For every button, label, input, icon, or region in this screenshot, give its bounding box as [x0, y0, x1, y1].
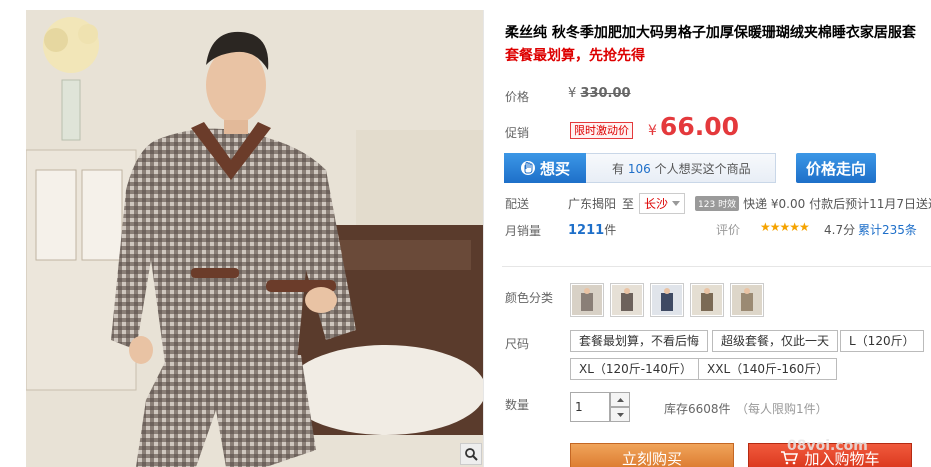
monthly-sales-label: 月销量 [505, 224, 542, 238]
buy-now-button[interactable]: 立刻购买 [570, 443, 734, 467]
hand-icon [520, 161, 535, 175]
promo-label: 促销 [505, 126, 530, 140]
quantity-label: 数量 [505, 398, 530, 412]
color-swatch[interactable] [650, 283, 684, 317]
size-label: 尺码 [505, 337, 530, 351]
swatch-thumbnail [732, 285, 762, 315]
price-trend-button[interactable]: 价格走向 [796, 153, 876, 183]
want-button-label: 想买 [539, 159, 570, 178]
size-option[interactable]: L（120斤） [840, 330, 924, 352]
product-info-panel: 柔丝纯 秋冬季加肥加大码男格子加厚保暖珊瑚绒夹棉睡衣家居服套 套餐最划算，先抢先… [502, 0, 931, 467]
want-suffix: 个人想买这个商品 [654, 161, 751, 176]
color-swatch[interactable] [690, 283, 724, 317]
want-button[interactable]: 想买 [504, 153, 586, 183]
promo-currency: ¥ [648, 123, 657, 139]
color-label: 颜色分类 [505, 291, 554, 305]
color-swatch[interactable] [610, 283, 644, 317]
review-label: 评价 [716, 223, 741, 237]
timeliness-badge: 123 时效 [695, 196, 740, 211]
product-photo [26, 10, 483, 467]
express-info: 快递 ¥0.00 付款后预计11月7日送达 [743, 197, 931, 211]
monthly-sales: 1211件 [568, 221, 616, 238]
promo-tag: 限时激动价 [570, 122, 633, 139]
monthly-sales-unit: 件 [604, 223, 617, 237]
rating-stars: ★★★★★ [760, 220, 810, 234]
quantity-input[interactable]: 1 [570, 392, 610, 422]
divider [502, 266, 931, 267]
color-swatch[interactable] [730, 283, 764, 317]
review-total-link[interactable]: 累计235条 [858, 221, 917, 238]
shipping-label: 配送 [505, 197, 530, 211]
product-title: 柔丝纯 秋冬季加肥加大码男格子加厚保暖珊瑚绒夹棉睡衣家居服套 [505, 25, 916, 41]
swatch-thumbnail [612, 285, 642, 315]
rating-score: 4.7分 [824, 223, 856, 237]
want-prefix: 有 [612, 161, 625, 176]
watermark: 08voi.com [787, 438, 868, 454]
color-swatches [570, 283, 764, 317]
shipping-from: 广东揭阳 [568, 197, 617, 211]
monthly-sales-count: 1211 [568, 223, 605, 238]
want-count: 106 [627, 161, 651, 176]
promo-price-value: 66.00 [659, 112, 739, 141]
stock-text: 库存6608件 [664, 402, 731, 416]
city-value: 长沙 [644, 197, 669, 211]
size-option[interactable]: 超级套餐，仅此一天 [712, 330, 839, 352]
swatch-thumbnail [572, 285, 602, 315]
shipping-row: 广东揭阳 至 长沙 123 时效 快递 ¥0.00 付款后预计11月7日送达 [568, 193, 931, 214]
quantity-increase-button[interactable] [610, 392, 630, 407]
shipping-to-word: 至 [622, 197, 635, 211]
purchase-limit: （每人限购1件） [736, 402, 828, 416]
want-bar: 想买 有 106 个人想买这个商品 [504, 153, 776, 183]
product-image[interactable] [26, 10, 484, 467]
triangle-up-icon [616, 397, 624, 402]
original-price: ¥ 330.00 [568, 86, 631, 101]
chevron-down-icon [672, 201, 681, 206]
size-option[interactable]: XL（120斤-140斤） [570, 358, 702, 380]
zoom-button[interactable] [460, 443, 482, 465]
color-swatch[interactable] [570, 283, 604, 317]
original-price-value: 330.00 [580, 86, 631, 101]
product-subtitle: 套餐最划算，先抢先得 [505, 48, 645, 64]
quantity-decrease-button[interactable] [610, 407, 630, 422]
size-option[interactable]: XXL（140斤-160斤） [698, 358, 838, 380]
size-option[interactable]: 套餐最划算，不看后悔 [570, 330, 709, 352]
magnifier-icon [465, 448, 478, 461]
want-count-text: 有 106 个人想买这个商品 [612, 160, 751, 177]
currency-symbol: ¥ [568, 86, 577, 101]
city-select[interactable]: 长沙 [639, 193, 686, 214]
triangle-down-icon [616, 412, 624, 417]
swatch-thumbnail [652, 285, 682, 315]
price-label: 价格 [505, 90, 530, 104]
swatch-thumbnail [692, 285, 722, 315]
promo-price: ¥66.00 [648, 112, 739, 141]
